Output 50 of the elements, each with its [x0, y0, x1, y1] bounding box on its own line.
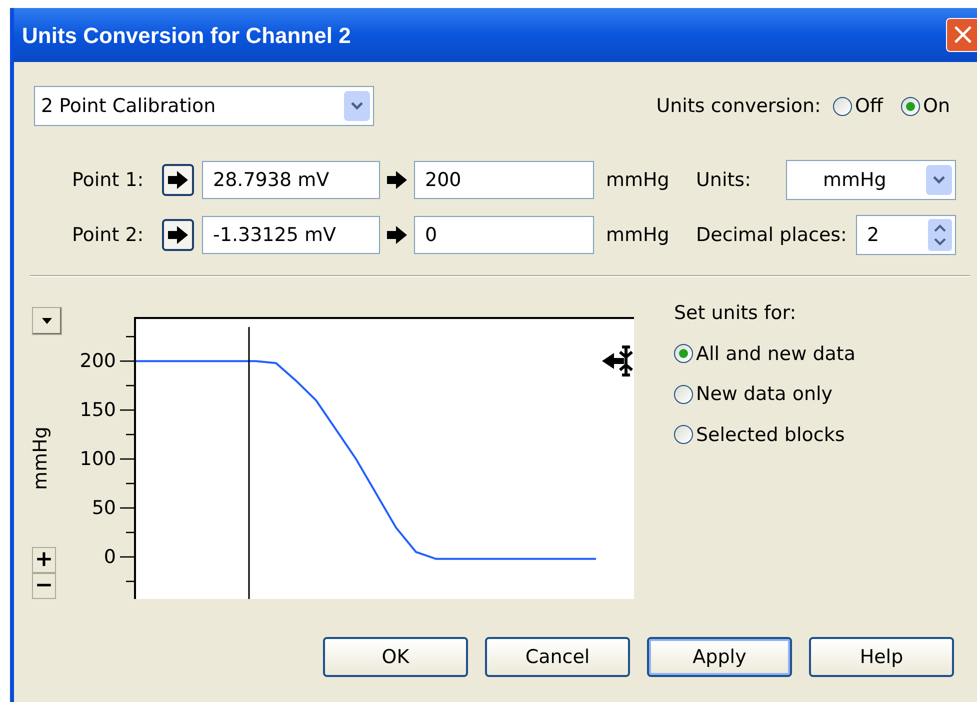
y-tick-label: 50 — [92, 496, 116, 519]
cursor-line[interactable] — [248, 327, 250, 599]
triangle-down-icon — [42, 318, 52, 324]
raw-value-field[interactable]: -1.33125 mV — [202, 216, 380, 254]
y-tick-label: 0 — [104, 546, 116, 568]
units-dropdown[interactable]: mmHg — [786, 160, 956, 200]
point-label: Point 2: — [72, 222, 145, 248]
y-tick-label: 200 — [80, 350, 116, 372]
close-button[interactable]: × — [946, 18, 977, 52]
radio-label: New data only — [696, 382, 833, 407]
dialog-button[interactable]: Apply — [647, 637, 792, 677]
dialog-button[interactable]: Help — [809, 637, 954, 677]
calibrated-value-field[interactable]: 200 — [414, 161, 594, 199]
decimal-places-spinner[interactable]: 2 — [856, 215, 956, 255]
capture-button[interactable] — [162, 164, 194, 196]
units-label: Units: — [696, 168, 752, 193]
set-units-label: Set units for: — [674, 301, 798, 326]
raw-value-field[interactable]: 28.7938 mV — [202, 161, 380, 199]
unit-label: mmHg — [606, 168, 670, 193]
right-arrow-icon — [386, 225, 408, 245]
right-arrow-icon — [167, 170, 189, 190]
radio-button[interactable] — [674, 344, 693, 364]
radio-button[interactable] — [901, 96, 920, 116]
move-cursor-icon[interactable] — [602, 346, 634, 376]
dialog-button[interactable]: Cancel — [485, 637, 630, 677]
radio-label: Off — [854, 94, 883, 119]
radio-label: On — [923, 94, 950, 119]
dropdown-button[interactable] — [32, 307, 62, 335]
calibrated-value-field[interactable]: 0 — [414, 216, 594, 254]
spinner-arrows-icon[interactable] — [928, 219, 952, 251]
zoom-out-button[interactable]: − — [32, 573, 56, 599]
radio-label: All and new data — [696, 342, 856, 366]
radio-button[interactable] — [674, 384, 693, 404]
capture-button[interactable] — [162, 219, 194, 251]
dialog-button[interactable]: OK — [323, 637, 468, 677]
radio-label: Selected blocks — [696, 422, 845, 448]
decimal-places-label: Decimal places: — [696, 222, 848, 248]
y-tick-label: 150 — [80, 399, 116, 422]
unit-label: mmHg — [606, 222, 670, 248]
y-tick-label: 100 — [80, 448, 116, 470]
radio-button[interactable] — [832, 96, 852, 116]
method-dropdown[interactable]: 2 Point Calibration — [34, 86, 374, 126]
units-conversion-label: Units conversion: — [656, 94, 821, 119]
right-arrow-icon — [167, 225, 189, 245]
radio-button[interactable] — [674, 425, 693, 444]
point-label: Point 1: — [72, 168, 145, 193]
y-axis-label: mmHg — [28, 426, 53, 490]
window-title: Units Conversion for Channel 2 — [22, 22, 351, 50]
right-arrow-icon — [386, 170, 408, 190]
zoom-in-button[interactable]: + — [32, 547, 56, 573]
